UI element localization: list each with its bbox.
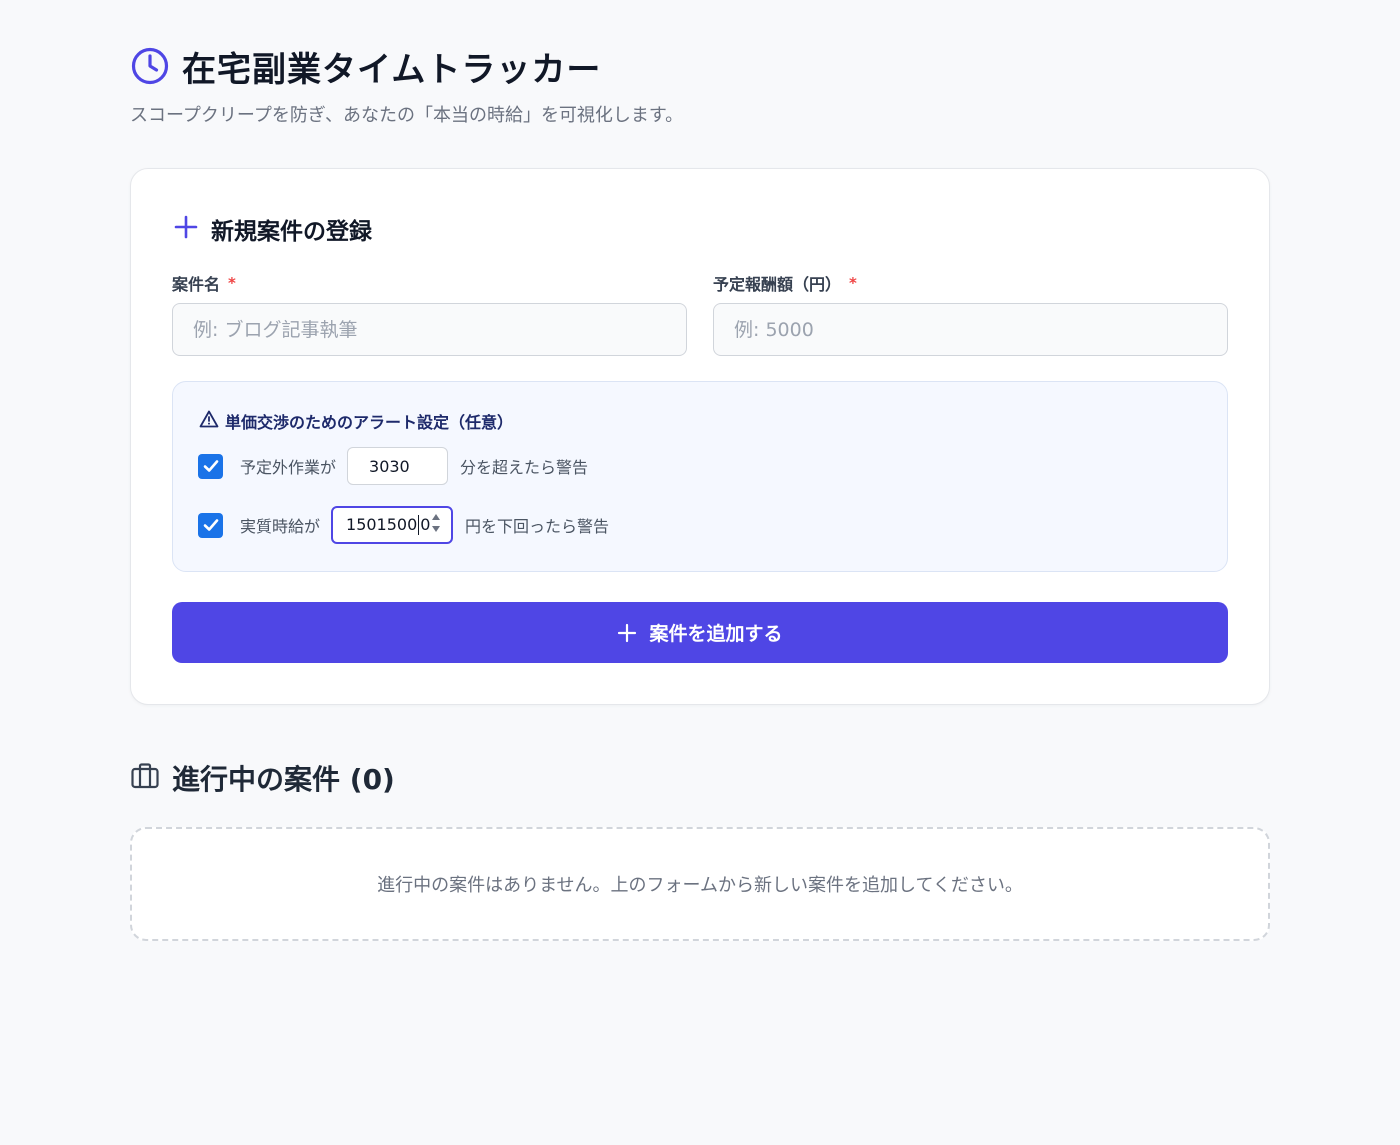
card-title-row: 新規案件の登録 — [173, 211, 372, 247]
page: 在宅副業タイムトラッカー スコープクリープを防ぎ、あなたの「本当の時給」を可視化… — [0, 0, 1400, 1145]
hourly-rate-input[interactable]: 1501500 0 — [331, 506, 454, 544]
empty-projects-state: 進行中の案件はありません。上のフォームから新しい案件を追加してください。 — [130, 827, 1270, 941]
required-mark: * — [228, 274, 236, 292]
alert-settings-title: 単価交渉のためのアラート設定（任意） — [225, 413, 514, 432]
spin-down-icon[interactable] — [431, 525, 441, 533]
card-title: 新規案件の登録 — [211, 219, 372, 245]
checkmark-icon — [203, 519, 218, 531]
app-header: 在宅副業タイムトラッカー スコープクリープを防ぎ、あなたの「本当の時給」を可視化… — [130, 40, 1270, 127]
app-subtitle: スコープクリープを防ぎ、あなたの「本当の時給」を可視化します。 — [130, 105, 684, 126]
active-projects-count: (0) — [349, 763, 395, 796]
fee-label-text: 予定報酬額（円） — [713, 275, 842, 294]
empty-projects-message: 進行中の案件はありません。上のフォームから新しい案件を追加してください。 — [377, 875, 1023, 896]
add-project-button[interactable]: 案件を追加する — [172, 602, 1228, 663]
project-name-input[interactable] — [172, 303, 687, 356]
hourly-rate-alert-checkbox[interactable] — [198, 512, 223, 538]
fee-label: 予定報酬額（円） * — [713, 271, 1228, 295]
checkmark-icon — [203, 460, 218, 472]
overtime-minutes-input[interactable]: 3030 — [347, 447, 449, 485]
briefcase-icon — [130, 761, 160, 795]
app-title: 在宅副業タイムトラッカー — [182, 49, 602, 90]
hourly-rate-alert-label: 実質時給が — [240, 517, 321, 536]
active-projects-title: 進行中の案件 (0) — [172, 758, 395, 798]
new-project-card: 新規案件の登録 案件名 * 予定報酬額（円） * — [130, 168, 1270, 705]
project-name-label-text: 案件名 — [172, 275, 221, 294]
title-row: 在宅副業タイムトラッカー — [130, 40, 1270, 92]
hourly-rate-value-head: 1501500 — [346, 514, 418, 534]
overtime-alert-checkbox[interactable] — [198, 453, 223, 479]
project-name-field: 案件名 * — [172, 271, 687, 356]
add-project-button-label: 案件を追加する — [649, 623, 783, 645]
hourly-rate-alert-suffix: 円を下回ったら警告 — [465, 517, 610, 536]
hourly-rate-alert-row: 実質時給が 1501500 0 円を下回ったら警告 — [198, 506, 609, 544]
warning-triangle-icon — [199, 409, 219, 433]
active-projects-header: 進行中の案件 (0) — [130, 758, 395, 798]
fee-field: 予定報酬額（円） * — [713, 271, 1228, 356]
hourly-rate-value-tail: 0 — [420, 514, 431, 534]
active-projects-title-text: 進行中の案件 — [172, 763, 341, 796]
alert-title-row: 単価交渉のためのアラート設定（任意） — [199, 409, 513, 433]
project-name-label: 案件名 * — [172, 271, 687, 295]
overtime-alert-row: 予定外作業が 3030 分を超えたら警告 — [198, 447, 588, 485]
spin-up-icon[interactable] — [431, 513, 441, 521]
plus-icon — [618, 623, 637, 642]
overtime-alert-label: 予定外作業が — [240, 458, 337, 477]
fee-input[interactable] — [713, 303, 1228, 356]
hourly-rate-value: 1501500 0 — [346, 515, 430, 536]
overtime-minutes-value: 3030 — [369, 456, 410, 476]
number-spinner[interactable] — [431, 513, 441, 533]
clock-icon — [130, 46, 170, 86]
overtime-alert-suffix: 分を超えたら警告 — [460, 458, 589, 477]
plus-icon — [173, 214, 199, 244]
required-mark: * — [849, 274, 857, 292]
